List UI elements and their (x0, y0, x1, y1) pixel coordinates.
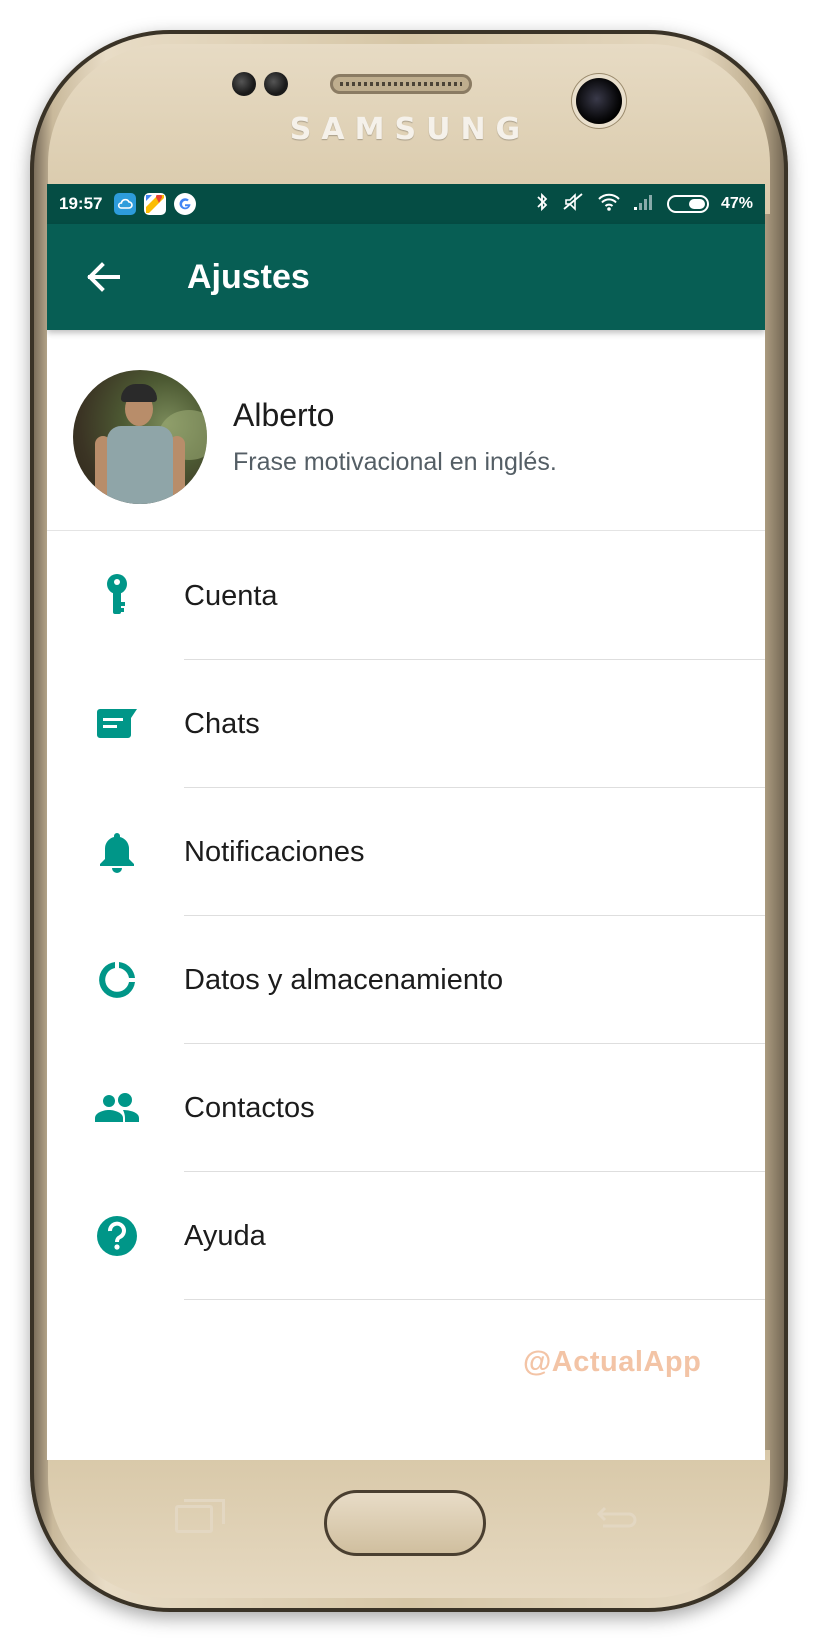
back-key[interactable] (595, 1504, 639, 1534)
back-key-icon (596, 1506, 637, 1528)
settings-item-ayuda[interactable]: Ayuda (47, 1172, 765, 1300)
avatar[interactable] (73, 370, 207, 504)
status-right-icons: 47% (535, 192, 753, 217)
front-camera-icon (576, 78, 622, 124)
watermark: @ActualApp (523, 1346, 702, 1378)
signal-icon (633, 193, 655, 216)
earpiece-speaker (330, 74, 472, 94)
contacts-icon (87, 1078, 147, 1138)
proximity-sensor-icon (232, 72, 256, 96)
settings-item-label: Notificaciones (184, 835, 365, 868)
help-icon (87, 1206, 147, 1266)
settings-item-label: Chats (184, 707, 260, 740)
settings-item-cuenta[interactable]: Cuenta (47, 532, 765, 660)
battery-icon (666, 195, 709, 213)
bell-icon (87, 822, 147, 882)
status-bar: 19:57 47% (47, 184, 765, 224)
key-icon (87, 566, 147, 626)
arrow-left-icon (87, 262, 120, 292)
back-button[interactable] (75, 249, 131, 305)
mute-icon (561, 192, 585, 217)
settings-item-label: Cuenta (184, 579, 278, 612)
screen: 19:57 47% Ajustes Alberto Frase motivaci… (47, 184, 765, 1460)
chat-icon (87, 694, 147, 754)
profile-name: Alberto (233, 397, 335, 433)
settings-item-chats[interactable]: Chats (47, 660, 765, 788)
settings-item-notificaciones[interactable]: Notificaciones (47, 788, 765, 916)
settings-item-contactos[interactable]: Contactos (47, 1044, 765, 1172)
profile-status: Frase motivacional en inglés. (233, 448, 557, 476)
status-time: 19:57 (59, 194, 103, 213)
recent-apps-key[interactable] (175, 1499, 225, 1533)
wifi-icon (597, 192, 621, 217)
settings-item-label: Datos y almacenamiento (184, 963, 504, 996)
cloud-icon (114, 193, 137, 215)
settings-item-label: Contactos (184, 1091, 315, 1124)
settings-list: Cuenta Chats Notificaciones Datos y alma… (47, 532, 765, 1300)
home-button[interactable] (324, 1490, 486, 1556)
profile-text: Alberto Frase motivacional en inglés. (233, 397, 557, 477)
profile-row[interactable]: Alberto Frase motivacional en inglés. (47, 344, 765, 531)
settings-item-datos[interactable]: Datos y almacenamiento (47, 916, 765, 1044)
battery-percent: 47% (720, 195, 753, 212)
bluetooth-icon (535, 192, 549, 217)
data-usage-icon (87, 950, 147, 1010)
page-title: Ajustes (187, 257, 310, 296)
light-sensor-icon (264, 72, 288, 96)
device-brand-logo: SAMSUNG (289, 112, 531, 147)
maps-icon (144, 193, 167, 215)
app-bar: Ajustes (47, 224, 765, 330)
google-icon (174, 193, 197, 215)
settings-item-label: Ayuda (184, 1219, 266, 1252)
